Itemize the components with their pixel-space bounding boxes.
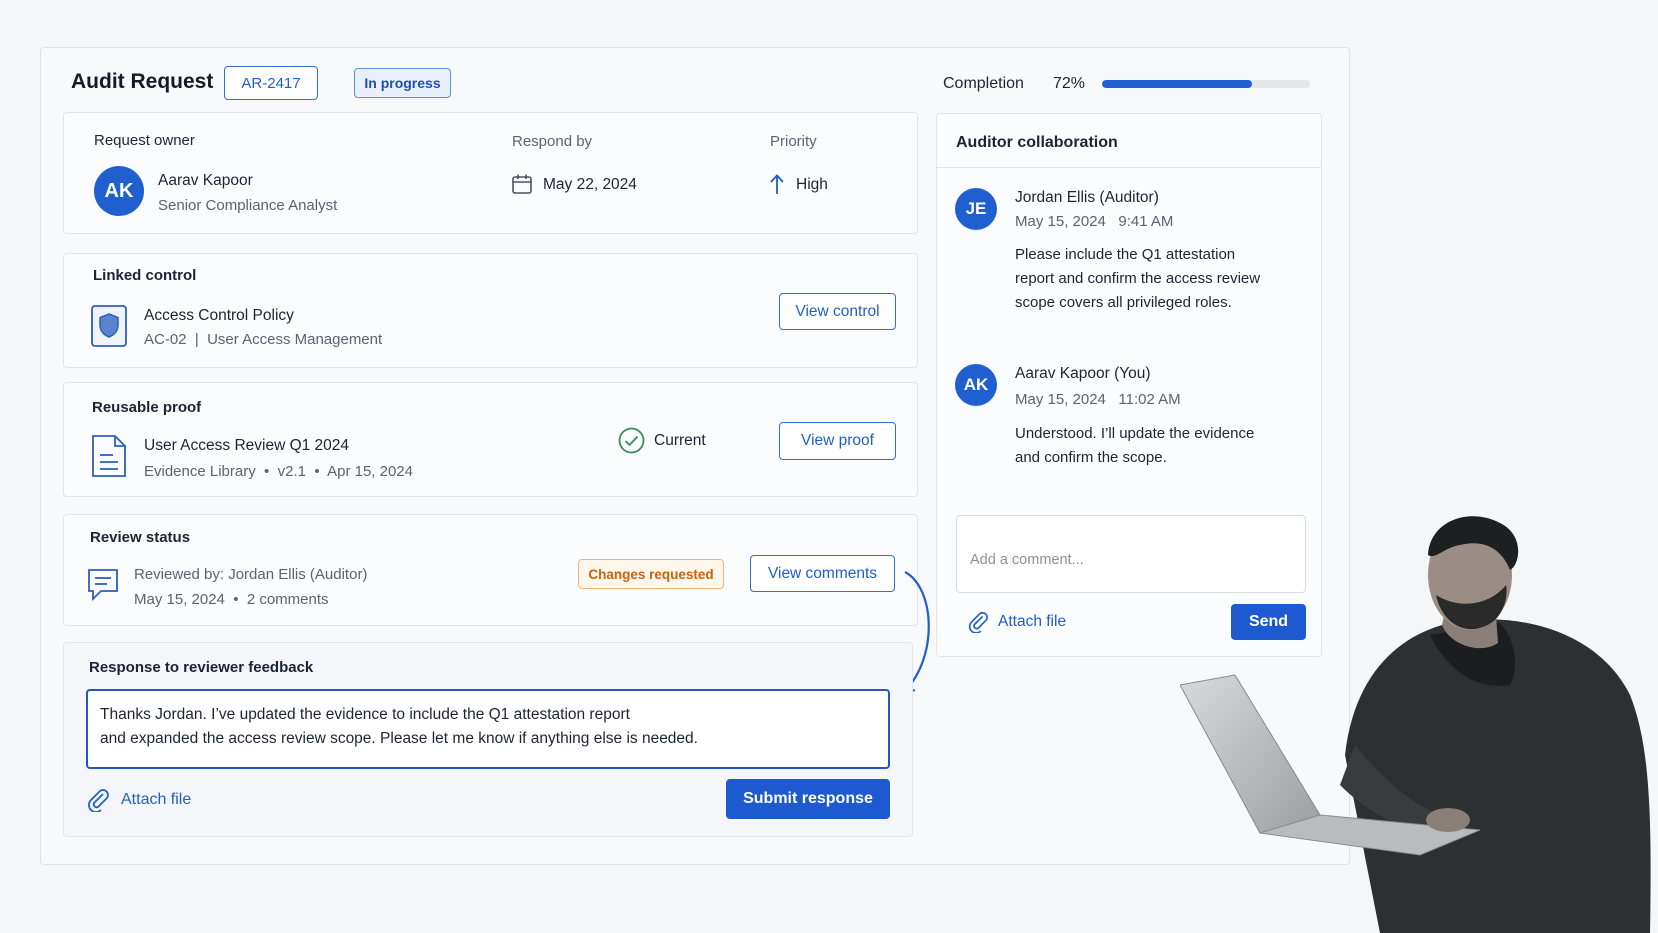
proof-name: User Access Review Q1 2024 bbox=[144, 437, 350, 454]
respond-by-date: May 22, 2024 bbox=[543, 176, 637, 193]
reusable-proof-label: Reusable proof bbox=[92, 399, 202, 416]
completion-value: 72% bbox=[1053, 75, 1086, 92]
message-author: Aarav Kapoor (You) bbox=[1015, 365, 1151, 382]
linked-control-label: Linked control bbox=[93, 267, 197, 284]
control-meta: AC-02 | User Access Management bbox=[144, 331, 383, 348]
message-body: Understood. I’ll update the evidence and… bbox=[1015, 422, 1254, 470]
person-using-laptop-image bbox=[1180, 516, 1651, 933]
review-status-label: Review status bbox=[90, 529, 191, 546]
message-timestamp: May 15, 2024 11:02 AM bbox=[1015, 391, 1181, 408]
avatar: AK bbox=[94, 166, 144, 216]
paperclip-icon[interactable] bbox=[967, 609, 989, 638]
document-icon bbox=[91, 434, 127, 483]
collab-attach-file-link[interactable]: Attach file bbox=[998, 613, 1066, 631]
view-proof-button[interactable]: View proof bbox=[779, 422, 896, 460]
completion-progress-bar bbox=[1102, 80, 1310, 88]
owner-name: Aarav Kapoor bbox=[158, 172, 253, 189]
message-body: Please include the Q1 attestation report… bbox=[1015, 243, 1260, 315]
view-control-button[interactable]: View control bbox=[779, 293, 896, 330]
avatar-initials: JE bbox=[965, 199, 987, 218]
priority-value: High bbox=[796, 176, 828, 193]
message-line: report and confirm the access review bbox=[1015, 270, 1261, 287]
changes-requested-badge: Changes requested bbox=[578, 559, 724, 589]
message-line: Please include the Q1 attestation bbox=[1015, 246, 1236, 263]
completion-label: Completion bbox=[943, 75, 1024, 92]
completion-progress-fill bbox=[1102, 80, 1252, 88]
message-line: Understood. I’ll update the evidence bbox=[1015, 425, 1255, 442]
owner-role: Senior Compliance Analyst bbox=[158, 197, 338, 214]
divider bbox=[936, 167, 1322, 168]
reviewed-by: Reviewed by: Jordan Ellis (Auditor) bbox=[134, 566, 368, 583]
avatar-initials: AK bbox=[963, 375, 989, 394]
avatar: AK bbox=[955, 364, 997, 406]
collaboration-title: Auditor collaboration bbox=[956, 134, 1118, 151]
message-author: Jordan Ellis (Auditor) bbox=[1015, 189, 1159, 206]
comment-placeholder: Add a comment... bbox=[970, 552, 1084, 568]
status-badge: In progress bbox=[354, 68, 451, 98]
avatar-initials: AK bbox=[104, 179, 134, 202]
proof-status: Current bbox=[654, 432, 706, 449]
shield-icon bbox=[91, 305, 127, 352]
message-timestamp: May 15, 2024 9:41 AM bbox=[1015, 213, 1174, 230]
response-textarea[interactable]: Thanks Jordan. I’ve updated the evidence… bbox=[86, 689, 890, 769]
view-comments-button[interactable]: View comments bbox=[750, 555, 895, 592]
avatar: JE bbox=[955, 188, 997, 230]
comment-icon bbox=[86, 567, 120, 608]
paperclip-icon[interactable] bbox=[86, 786, 110, 817]
attach-file-link[interactable]: Attach file bbox=[121, 791, 191, 809]
calendar-icon bbox=[511, 173, 533, 200]
respond-by-label: Respond by bbox=[512, 133, 593, 150]
response-text-line-1: Thanks Jordan. I’ve updated the evidence… bbox=[100, 706, 630, 723]
review-meta: May 15, 2024 • 2 comments bbox=[134, 591, 329, 608]
message-line: scope covers all privileged roles. bbox=[1015, 294, 1232, 311]
request-owner-label: Request owner bbox=[94, 132, 195, 149]
request-id-chip[interactable]: AR-2417 bbox=[224, 66, 318, 100]
page-title: Audit Request bbox=[71, 70, 214, 93]
response-text-line-2: and expanded the access review scope. Pl… bbox=[100, 730, 698, 747]
control-name: Access Control Policy bbox=[144, 307, 294, 324]
priority-label: Priority bbox=[770, 133, 817, 150]
proof-meta: Evidence Library • v2.1 • Apr 15, 2024 bbox=[144, 463, 413, 480]
arrow-up-icon bbox=[768, 173, 786, 200]
message-line: and confirm the scope. bbox=[1015, 449, 1167, 466]
check-circle-icon bbox=[618, 427, 645, 459]
response-label: Response to reviewer feedback bbox=[89, 659, 314, 676]
submit-response-button[interactable]: Submit response bbox=[726, 779, 890, 819]
